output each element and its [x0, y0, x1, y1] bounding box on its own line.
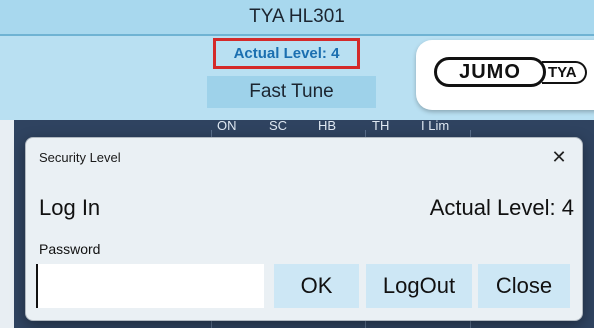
column-header: TH: [372, 118, 390, 133]
close-button[interactable]: Close: [478, 264, 570, 308]
password-input[interactable]: [36, 264, 264, 308]
column-header: SC: [269, 118, 288, 133]
security-level-dialog: Security Level ✕ Log In Actual Level: 4 …: [25, 137, 583, 321]
dialog-title: Security Level: [39, 150, 121, 165]
dialog-actual-level: Actual Level: 4: [429, 195, 574, 220]
actual-level-indicator[interactable]: Actual Level: 4: [213, 38, 360, 69]
logout-button[interactable]: LogOut: [366, 264, 472, 308]
window-title: TYA HL301: [0, 0, 594, 36]
close-icon[interactable]: ✕: [548, 146, 570, 168]
jumo-logo: JUMO TYA: [416, 40, 594, 110]
left-edge-strip: [0, 120, 14, 328]
column-header: HB: [318, 118, 337, 133]
password-label: Password: [39, 241, 101, 257]
column-header: ON: [217, 118, 237, 133]
tune-mode-label: Fast Tune: [207, 76, 376, 108]
logo-brand-text: JUMO: [434, 57, 546, 87]
ok-button[interactable]: OK: [274, 264, 359, 308]
login-heading: Log In: [39, 195, 101, 220]
logo-model-text: TYA: [542, 61, 587, 84]
column-header: I Lim: [421, 118, 450, 133]
